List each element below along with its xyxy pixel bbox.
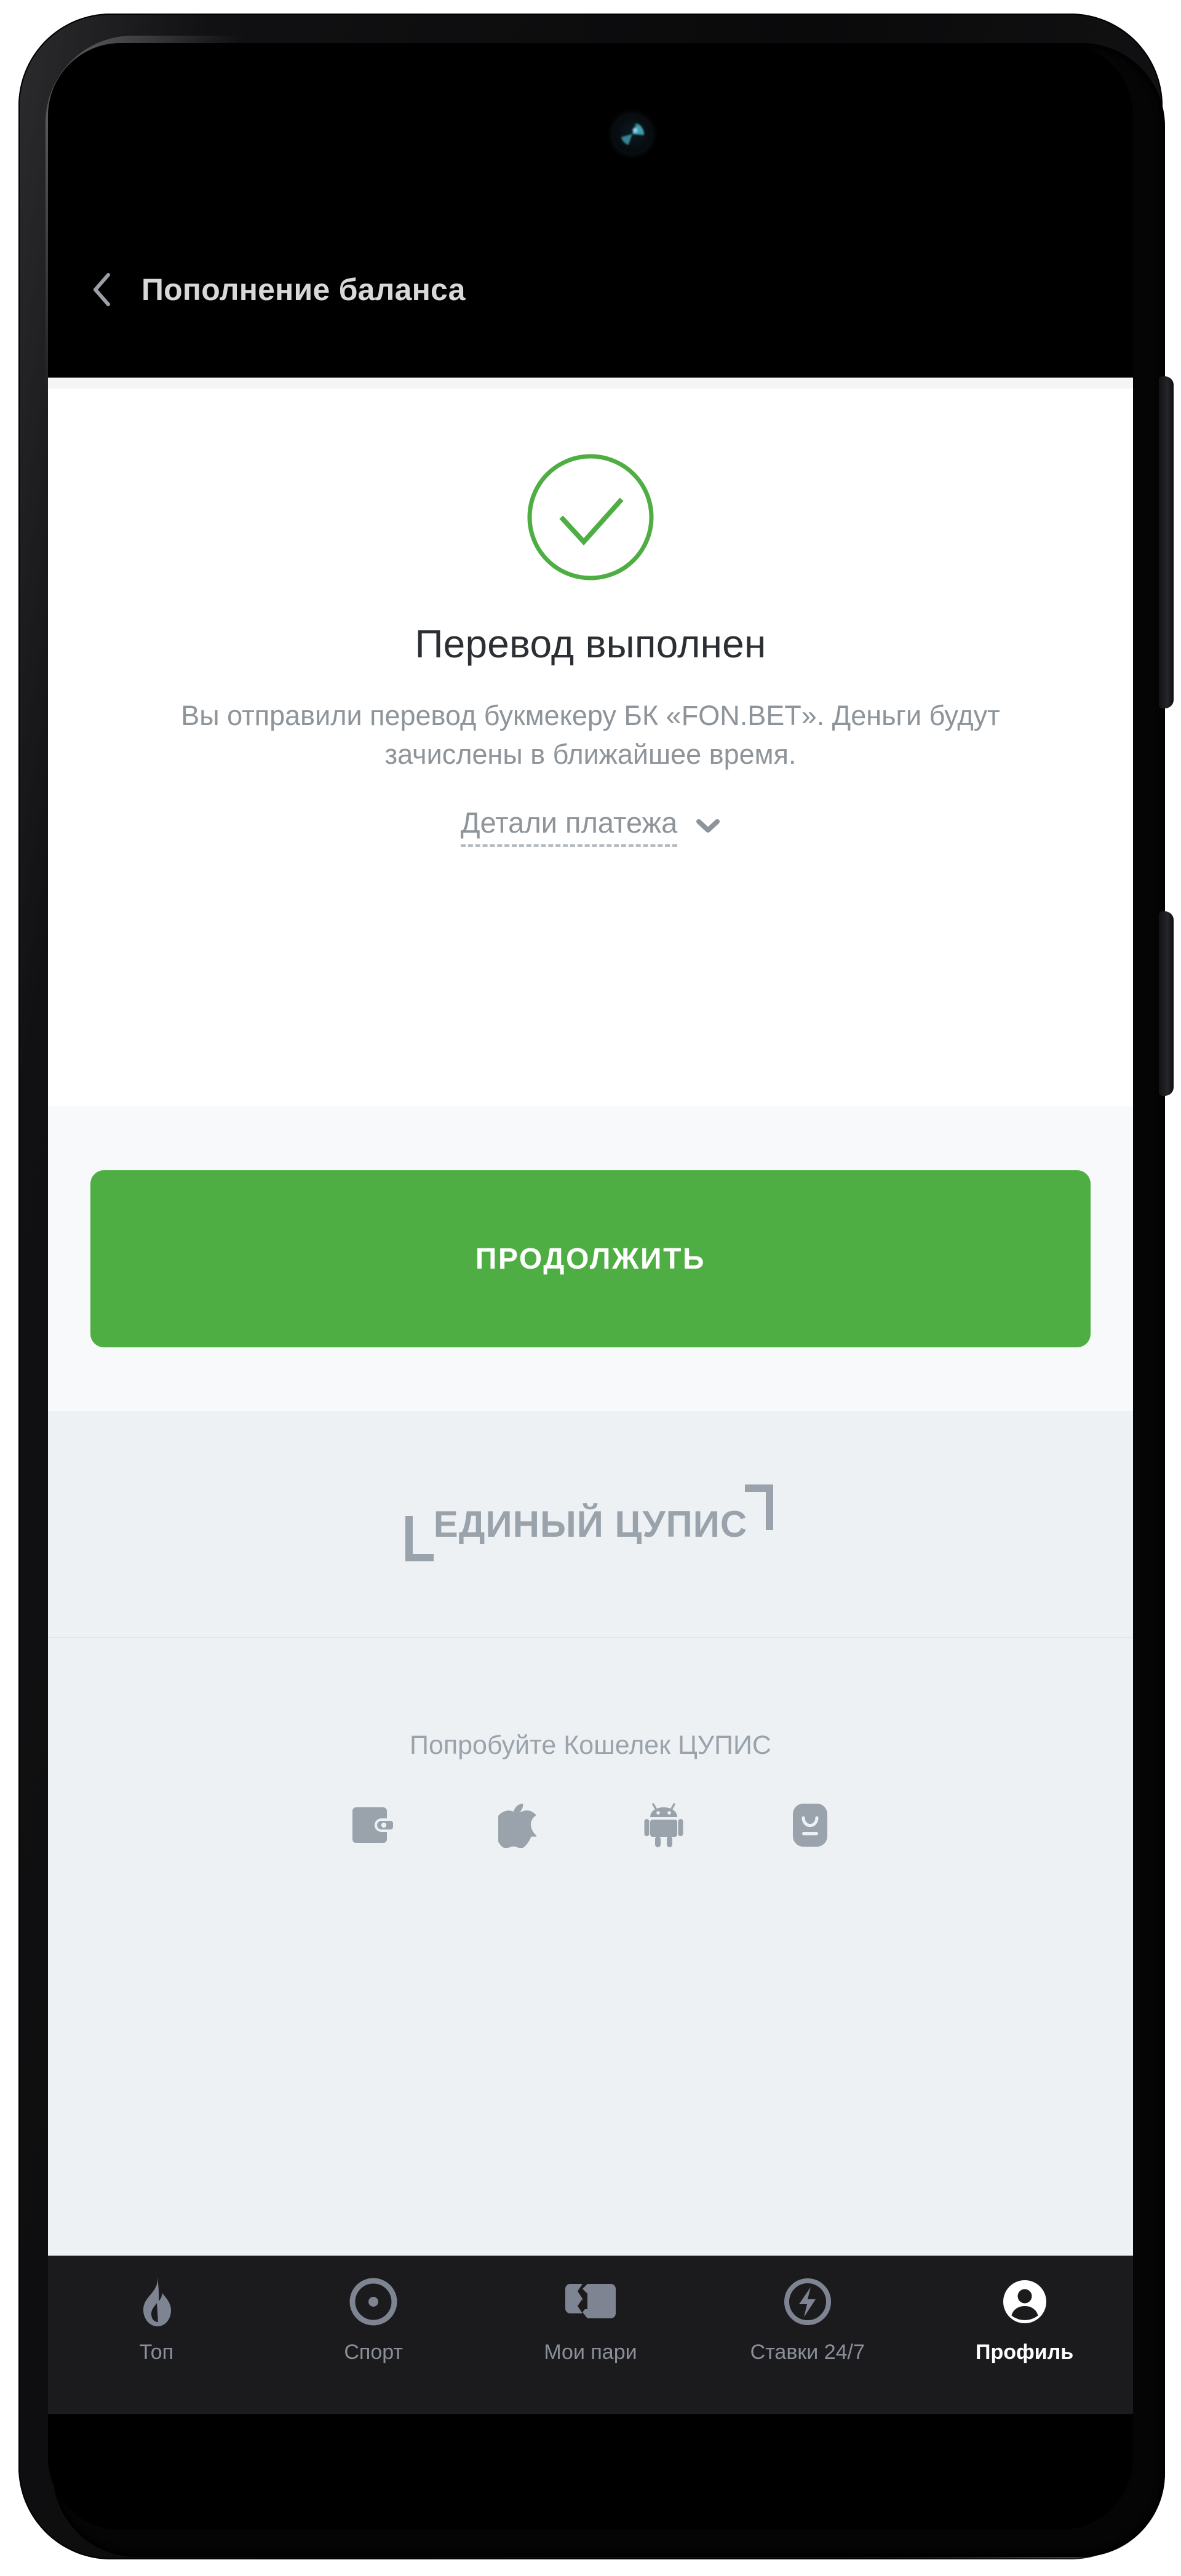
cta-section: ПРОДОЛЖИТЬ <box>48 1106 1133 1411</box>
screenshot-stage: Пополнение баланса Перевод выполнен Вы о… <box>0 0 1181 2576</box>
corner-bracket-top-right-icon <box>745 1484 774 1530</box>
phone-screen: Пополнение баланса Перевод выполнен Вы о… <box>48 43 1133 2530</box>
app-header: Пополнение баланса <box>48 202 1133 378</box>
lightning-bolt-icon <box>783 2274 832 2329</box>
flame-icon <box>139 2274 173 2329</box>
cupis-logo: ЕДИНЫЙ ЦУПИС <box>405 1484 774 1561</box>
continue-button[interactable]: ПРОДОЛЖИТЬ <box>90 1170 1091 1347</box>
nav-label-top: Топ <box>139 2340 174 2364</box>
corner-bracket-bottom-left-icon <box>405 1516 434 1561</box>
target-circle-icon <box>349 2274 398 2329</box>
check-circle-icon <box>525 451 656 583</box>
android-icon[interactable] <box>641 1802 686 1848</box>
bottom-navigation: Топ Спорт Мои пари Ставки 24/7 Профиль <box>48 2256 1133 2414</box>
chevron-left-icon[interactable] <box>91 272 112 307</box>
ticket-icon <box>562 2274 619 2329</box>
nav-label-profile: Профиль <box>976 2340 1074 2364</box>
wallet-promo-label: Попробуйте Кошелек ЦУПИС <box>410 1730 771 1760</box>
power-button[interactable] <box>1159 911 1174 1096</box>
chevron-down-icon <box>696 818 720 847</box>
wallet-promo-section: Попробуйте Кошелек ЦУПИС <box>48 1638 1133 2256</box>
success-card: Перевод выполнен Вы отправили перевод бу… <box>48 378 1133 1106</box>
cupis-logo-text: ЕДИНЫЙ ЦУПИС <box>433 1504 748 1545</box>
cupis-brand-section: ЕДИНЫЙ ЦУПИС <box>48 1411 1133 1638</box>
nav-item-profile[interactable]: Профиль <box>932 2274 1117 2364</box>
success-description: Вы отправили перевод букмекеру БК «FON.B… <box>181 700 1000 770</box>
nav-item-my-bets[interactable]: Мои пари <box>498 2274 683 2364</box>
nav-item-sport[interactable]: Спорт <box>281 2274 466 2364</box>
volume-rocker-button[interactable] <box>1159 376 1174 708</box>
wallet-icon[interactable] <box>348 1802 394 1848</box>
nav-item-top[interactable]: Топ <box>64 2274 249 2364</box>
card-top-strip <box>48 378 1133 389</box>
camera-lens-icon <box>621 122 644 146</box>
success-title: Перевод выполнен <box>415 622 766 666</box>
front-camera-icon <box>613 115 651 153</box>
payment-details-label: Детали платежа <box>460 806 678 847</box>
appgallery-icon[interactable] <box>787 1802 833 1848</box>
apple-icon[interactable] <box>495 1802 540 1848</box>
nav-label-my-bets: Мои пари <box>544 2340 637 2364</box>
screen-bottom-area <box>48 2414 1133 2530</box>
nav-label-bets-247: Ставки 24/7 <box>750 2340 865 2364</box>
wallet-promo-icons <box>348 1802 833 1848</box>
payment-details-toggle[interactable]: Детали платежа <box>460 806 720 847</box>
nav-label-sport: Спорт <box>344 2340 403 2364</box>
nav-item-bets-247[interactable]: Ставки 24/7 <box>715 2274 900 2364</box>
user-avatar-icon <box>1000 2274 1049 2329</box>
page-title: Пополнение баланса <box>141 272 466 307</box>
